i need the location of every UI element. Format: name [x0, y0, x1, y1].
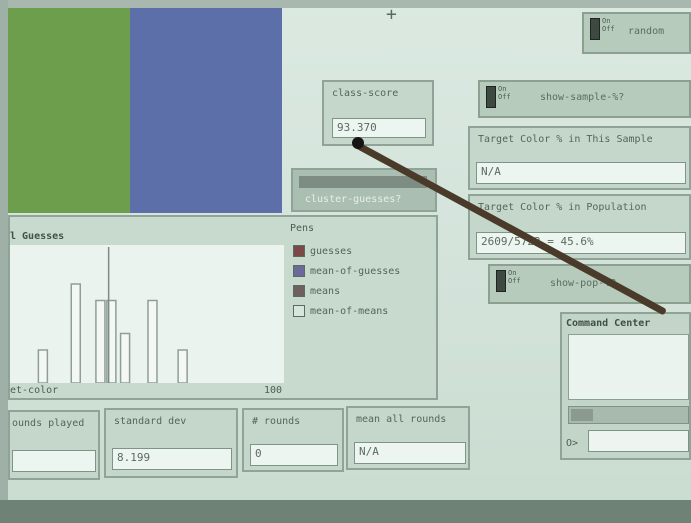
- mean-all-rounds-label: mean all rounds: [356, 414, 447, 425]
- target-population-value: 2609/5723 = 45.6%: [476, 232, 686, 254]
- target-sample-label: Target Color % in This Sample: [478, 134, 653, 145]
- target-population-label: Target Color % in Population: [478, 202, 647, 213]
- pen-means: means: [293, 285, 340, 297]
- screen-left-edge: [0, 0, 8, 523]
- switch-on-label: On: [498, 85, 507, 93]
- switch-toggle-icon[interactable]: [590, 18, 600, 40]
- pen-mean-of-guesses: mean-of-guesses: [293, 265, 400, 277]
- switch-off-label: Off: [508, 277, 521, 285]
- random-switch[interactable]: On Off random: [582, 12, 691, 54]
- standard-dev-monitor: standard dev 8.199: [104, 408, 238, 478]
- pointer-tip: [352, 137, 364, 149]
- target-sample-value: N/A: [476, 162, 686, 184]
- switch-on-label: On: [508, 269, 517, 277]
- command-scrollbar[interactable]: [568, 406, 689, 424]
- histogram-bar: [70, 283, 82, 384]
- command-center: Command Center O>: [560, 312, 691, 460]
- rounds-played-value: [12, 450, 96, 472]
- pen-swatch: [293, 245, 305, 257]
- population-view-blue: [130, 8, 282, 213]
- num-rounds-label: # rounds: [252, 416, 301, 427]
- histogram-bar: [37, 349, 49, 384]
- num-rounds-value: 0: [250, 444, 338, 466]
- crosshair-icon: +: [386, 4, 397, 25]
- histogram-bar: [95, 299, 106, 384]
- class-score-label: class-score: [332, 88, 399, 99]
- chooser-bar[interactable]: [299, 176, 427, 188]
- chooser-label: cluster-guesses?: [305, 194, 402, 205]
- class-score-value: 93.370: [332, 118, 426, 138]
- histogram-bar: [177, 349, 188, 384]
- standard-dev-label: standard dev: [114, 416, 187, 427]
- mean-all-rounds-value: N/A: [354, 442, 466, 464]
- plot-title: l Guesses: [10, 231, 65, 242]
- screen-top-edge: [0, 0, 691, 8]
- histogram-bar: [147, 299, 158, 384]
- command-input[interactable]: [588, 430, 689, 452]
- switch-toggle-icon[interactable]: [486, 86, 496, 108]
- pen-swatch: [293, 305, 305, 317]
- plot-area: [10, 245, 284, 384]
- projected-screen: + class-score 93.370 On Off random On Of…: [0, 0, 691, 523]
- mean-all-rounds-monitor: mean all rounds N/A: [346, 406, 470, 470]
- screen-bottom-edge: [0, 500, 691, 523]
- standard-dev-value: 8.199: [112, 448, 232, 470]
- switch-toggle-icon[interactable]: [496, 270, 506, 292]
- switch-on-label: On: [602, 17, 611, 25]
- plot-xlabel: et-color: [10, 385, 59, 396]
- switch-name: random: [628, 26, 665, 37]
- switch-name: show-sample-%?: [540, 92, 625, 103]
- histogram-svg: [37, 247, 188, 384]
- pen-mean-of-means: mean-of-means: [293, 305, 388, 317]
- pens-title: Pens: [290, 223, 315, 234]
- command-output: [568, 334, 689, 400]
- plot-xmax: 100: [264, 385, 283, 396]
- show-sample-switch[interactable]: On Off show-sample-%?: [478, 80, 691, 118]
- rounds-played-monitor: ounds played: [8, 410, 100, 480]
- switch-off-label: Off: [602, 25, 615, 33]
- class-score-monitor: class-score 93.370: [322, 80, 434, 146]
- rounds-played-label: ounds played: [12, 418, 85, 429]
- switch-off-label: Off: [498, 93, 511, 101]
- command-prompt: O>: [566, 438, 579, 449]
- pen-guesses: guesses: [293, 245, 352, 257]
- target-sample-monitor: Target Color % in This Sample N/A: [468, 126, 691, 190]
- scrollbar-thumb[interactable]: [571, 409, 593, 421]
- histogram-bar: [119, 332, 131, 384]
- pen-swatch: [293, 285, 305, 297]
- guesses-plot: l Guesses et-color 100 Pens guesses mean…: [8, 215, 438, 400]
- command-center-title: Command Center: [566, 318, 651, 329]
- population-view-green: [8, 8, 130, 213]
- num-rounds-monitor: # rounds 0: [242, 408, 344, 472]
- pen-swatch: [293, 265, 305, 277]
